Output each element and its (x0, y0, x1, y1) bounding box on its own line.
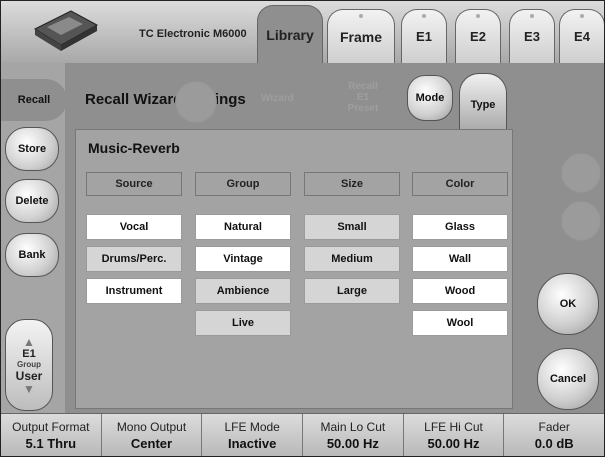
status-fader[interactable]: Fader 0.0 dB (504, 414, 604, 456)
delete-label: Delete (15, 195, 49, 207)
ghost-recall-label: Recall E1 Preset (347, 81, 379, 114)
delete-button[interactable]: Delete (5, 179, 59, 223)
tab-library-label: Library (266, 26, 314, 43)
column-header-source: Source (86, 172, 182, 196)
tab-e2[interactable]: E2 (455, 9, 501, 63)
recall-button[interactable]: Recall (1, 79, 67, 121)
device-icon (33, 10, 99, 51)
status-main-lo-cut[interactable]: Main Lo Cut 50.00 Hz (303, 414, 404, 456)
tab-e3[interactable]: E3 (509, 9, 555, 63)
option-color-wood[interactable]: Wood (412, 278, 508, 304)
bank-button[interactable]: Bank (5, 233, 59, 277)
option-size-small[interactable]: Small (304, 214, 400, 240)
bank-label: Bank (18, 249, 46, 261)
brand-label: TC Electronic M6000 (139, 28, 247, 40)
option-color-wall[interactable]: Wall (412, 246, 508, 272)
tab-e1[interactable]: E1 (401, 9, 447, 63)
group-engine-label: E1 (22, 347, 36, 360)
panel-title: Music-Reverb (88, 140, 180, 156)
column-header-color: Color (412, 172, 508, 196)
tab-e1-label: E1 (416, 29, 432, 44)
status-label: Mono Output (116, 420, 187, 434)
ok-button[interactable]: OK (537, 273, 599, 335)
option-group-live[interactable]: Live (195, 310, 291, 336)
group-selector[interactable]: ▲ E1 Group User ▼ (5, 319, 53, 411)
status-value: 50.00 Hz (326, 436, 379, 451)
status-value: Inactive (227, 436, 277, 451)
arrow-down-icon[interactable]: ▼ (23, 383, 35, 395)
status-label: LFE Mode (224, 420, 280, 434)
option-color-glass[interactable]: Glass (412, 214, 508, 240)
column-header-size: Size (304, 172, 400, 196)
ghost-circle (175, 81, 217, 123)
status-label: Fader (538, 420, 570, 434)
option-source-drums[interactable]: Drums/Perc. (86, 246, 182, 272)
option-color-wool[interactable]: Wool (412, 310, 508, 336)
option-group-vintage[interactable]: Vintage (195, 246, 291, 272)
cancel-button[interactable]: Cancel (537, 348, 599, 410)
status-value: 5.1 Thru (25, 436, 77, 451)
status-mono-output[interactable]: Mono Output Center (102, 414, 203, 456)
option-source-vocal[interactable]: Vocal (86, 214, 182, 240)
mode-label: Mode (415, 92, 445, 104)
tab-e4-label: E4 (574, 29, 590, 44)
status-label: Main Lo Cut (320, 420, 386, 434)
option-group-ambience[interactable]: Ambience (195, 278, 291, 304)
status-lfe-hi-cut[interactable]: LFE Hi Cut 50.00 Hz (404, 414, 505, 456)
store-button[interactable]: Store (5, 127, 59, 171)
ghost-circle-right-1 (561, 153, 601, 193)
tab-e4[interactable]: E4 (559, 9, 604, 63)
wizard-panel: Music-Reverb Source Group Size Color Voc… (75, 129, 513, 409)
tab-library[interactable]: Library (257, 5, 323, 63)
tab-frame[interactable]: Frame (327, 9, 395, 63)
mode-button[interactable]: Mode (407, 75, 453, 121)
arrow-up-icon[interactable]: ▲ (23, 336, 35, 348)
status-bar: Output Format 5.1 Thru Mono Output Cente… (1, 413, 604, 456)
main-content: Recall Wizard Settings Wizard Recall E1 … (65, 63, 604, 413)
tab-frame-label: Frame (339, 28, 383, 45)
cancel-label: Cancel (549, 373, 587, 385)
store-label: Store (17, 143, 47, 155)
status-label: LFE Hi Cut (424, 420, 483, 434)
tab-e2-label: E2 (470, 29, 486, 44)
group-value: User (15, 368, 43, 383)
app-window: TC Electronic M6000 Library Frame E1 E2 … (0, 0, 605, 457)
page-title: Recall Wizard Settings (85, 91, 246, 108)
status-value: 0.0 dB (534, 436, 574, 451)
status-lfe-mode[interactable]: LFE Mode Inactive (202, 414, 304, 456)
ghost-wizard-label: Wizard (261, 93, 294, 104)
ghost-circle-right-2 (561, 201, 601, 241)
recall-label: Recall (17, 94, 51, 106)
status-output-format[interactable]: Output Format 5.1 Thru (1, 414, 102, 456)
option-group-natural[interactable]: Natural (195, 214, 291, 240)
left-sidebar: Recall Store Delete Bank ▲ E1 Group User… (1, 63, 67, 413)
option-size-medium[interactable]: Medium (304, 246, 400, 272)
top-bar: TC Electronic M6000 Library Frame E1 E2 … (1, 1, 604, 64)
tab-e3-label: E3 (524, 29, 540, 44)
type-label: Type (470, 99, 496, 111)
column-header-group: Group (195, 172, 291, 196)
status-value: 50.00 Hz (427, 436, 480, 451)
status-value: Center (130, 436, 173, 451)
option-size-large[interactable]: Large (304, 278, 400, 304)
type-button[interactable]: Type (459, 73, 507, 136)
option-source-instrument[interactable]: Instrument (86, 278, 182, 304)
status-label: Output Format (12, 420, 90, 434)
ok-label: OK (559, 298, 577, 310)
group-caption: Group (17, 359, 41, 369)
